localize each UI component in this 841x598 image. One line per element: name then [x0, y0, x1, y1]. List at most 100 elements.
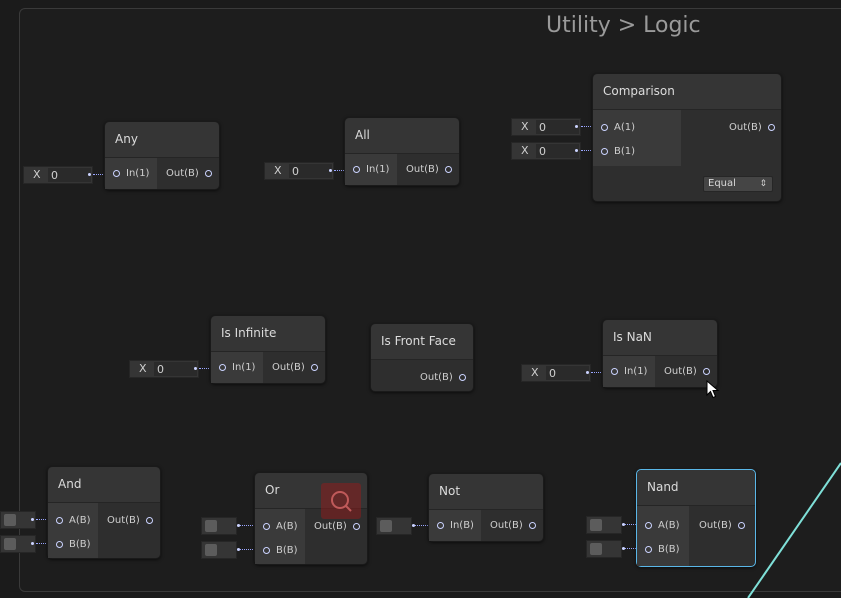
nand-a-toggle[interactable]	[586, 516, 622, 534]
and-b-port[interactable]: B(B)	[56, 539, 91, 550]
nand-a-port[interactable]: A(B)	[645, 520, 680, 531]
comparison-type-dropdown[interactable]: Equal ⇕	[703, 176, 773, 192]
comparison-node[interactable]: Comparison A(1) B(1) Out(B) Equal ⇕	[592, 73, 782, 202]
dropdown-value: Equal	[708, 178, 736, 189]
port-label: In(1)	[366, 164, 390, 175]
port-label: B(B)	[276, 545, 298, 556]
port-icon	[56, 540, 63, 548]
checkbox[interactable]	[205, 520, 217, 532]
any-node[interactable]: Any In(1) Out(B)	[104, 121, 220, 190]
port-icon	[528, 521, 536, 529]
not-in-toggle[interactable]	[376, 517, 412, 535]
port-icon	[601, 123, 608, 131]
node-title: Any	[105, 122, 219, 158]
nand-out-port[interactable]: Out(B)	[699, 520, 745, 531]
or-b-port[interactable]: B(B)	[263, 545, 298, 556]
port-icon	[310, 363, 318, 371]
all-node[interactable]: All In(1) Out(B)	[344, 117, 460, 186]
comparison-a-field[interactable]: X 0	[511, 118, 581, 136]
port-label: Out(B)	[166, 168, 199, 179]
port-icon	[353, 165, 360, 173]
nand-b-port[interactable]: B(B)	[645, 544, 680, 555]
x-label: X	[521, 120, 529, 133]
is-infinite-out-port[interactable]: Out(B)	[272, 362, 318, 373]
port-icon	[145, 516, 153, 524]
port-icon	[444, 165, 452, 173]
port-label: Out(B)	[272, 362, 305, 373]
x-value[interactable]: 0	[154, 362, 197, 376]
port-label: In(B)	[450, 520, 474, 531]
checkbox[interactable]	[4, 538, 16, 550]
all-out-port[interactable]: Out(B)	[406, 164, 452, 175]
is-infinite-node[interactable]: Is Infinite In(1) Out(B)	[210, 315, 326, 384]
port-label: A(B)	[276, 521, 298, 532]
x-label: X	[274, 164, 282, 177]
x-value[interactable]: 0	[546, 366, 589, 380]
is-nan-in-port[interactable]: In(1)	[611, 366, 647, 377]
is-nan-out-port[interactable]: Out(B)	[664, 366, 710, 377]
node-title: Not	[429, 474, 543, 510]
is-nan-x-field[interactable]: X 0	[521, 364, 591, 382]
port-label: Out(B)	[729, 122, 762, 133]
port-label: A(B)	[658, 520, 680, 531]
or-a-port[interactable]: A(B)	[263, 521, 298, 532]
is-front-face-out-port[interactable]: Out(B)	[420, 372, 466, 383]
node-title: Is Infinite	[211, 316, 325, 352]
or-a-toggle[interactable]	[201, 517, 237, 535]
x-value[interactable]: 0	[536, 144, 579, 158]
nand-b-toggle[interactable]	[586, 540, 622, 558]
port-icon	[767, 123, 775, 131]
port-icon	[611, 367, 618, 375]
checkbox[interactable]	[380, 520, 392, 532]
comparison-b-port[interactable]: B(1)	[601, 146, 635, 157]
port-icon	[56, 516, 63, 524]
not-in-port[interactable]: In(B)	[437, 520, 474, 531]
and-out-port[interactable]: Out(B)	[107, 515, 153, 526]
checkbox[interactable]	[205, 544, 217, 556]
port-icon	[601, 147, 608, 155]
node-title: All	[345, 118, 459, 154]
comparison-a-port[interactable]: A(1)	[601, 122, 635, 133]
port-icon	[263, 522, 270, 530]
any-x-field[interactable]: X 0	[23, 166, 93, 184]
port-icon	[458, 373, 466, 381]
and-node[interactable]: And A(B) B(B) Out(B)	[47, 466, 161, 559]
port-label: B(1)	[614, 146, 636, 157]
port-icon	[263, 546, 270, 554]
is-infinite-in-port[interactable]: In(1)	[219, 362, 255, 373]
node-title: Comparison	[593, 74, 781, 110]
all-x-field[interactable]: X 0	[264, 162, 334, 180]
port-label: In(1)	[232, 362, 256, 373]
x-value[interactable]: 0	[48, 168, 91, 182]
any-out-port[interactable]: Out(B)	[166, 168, 212, 179]
dropdown-arrow-icon: ⇕	[759, 179, 767, 189]
port-icon	[645, 521, 652, 529]
all-in-port[interactable]: In(1)	[353, 164, 389, 175]
node-title: Is NaN	[603, 320, 717, 356]
not-node[interactable]: Not In(B) Out(B)	[428, 473, 544, 542]
any-in-port[interactable]: In(1)	[113, 168, 149, 179]
is-front-face-node[interactable]: Is Front Face Out(B)	[370, 323, 474, 392]
not-out-port[interactable]: Out(B)	[490, 520, 536, 531]
x-value[interactable]: 0	[536, 120, 579, 134]
or-b-toggle[interactable]	[201, 541, 237, 559]
comparison-out-port[interactable]: Out(B)	[729, 122, 775, 133]
x-label: X	[531, 366, 539, 379]
comparison-b-field[interactable]: X 0	[511, 142, 581, 160]
is-infinite-x-field[interactable]: X 0	[129, 360, 199, 378]
x-value[interactable]: 0	[289, 164, 332, 178]
port-label: B(B)	[69, 539, 91, 550]
nand-node[interactable]: Nand A(B) B(B) Out(B)	[636, 469, 756, 567]
checkbox[interactable]	[590, 543, 602, 555]
checkbox[interactable]	[590, 519, 602, 531]
node-title: And	[48, 467, 160, 503]
port-icon	[645, 545, 652, 553]
or-out-port[interactable]: Out(B)	[314, 521, 360, 532]
checkbox[interactable]	[4, 514, 16, 526]
is-nan-node[interactable]: Is NaN In(1) Out(B)	[602, 319, 718, 388]
mouse-cursor-icon	[706, 380, 720, 399]
port-label: A(1)	[614, 122, 636, 133]
and-a-port[interactable]: A(B)	[56, 515, 91, 526]
port-label: In(1)	[126, 168, 150, 179]
port-label: In(1)	[624, 366, 648, 377]
